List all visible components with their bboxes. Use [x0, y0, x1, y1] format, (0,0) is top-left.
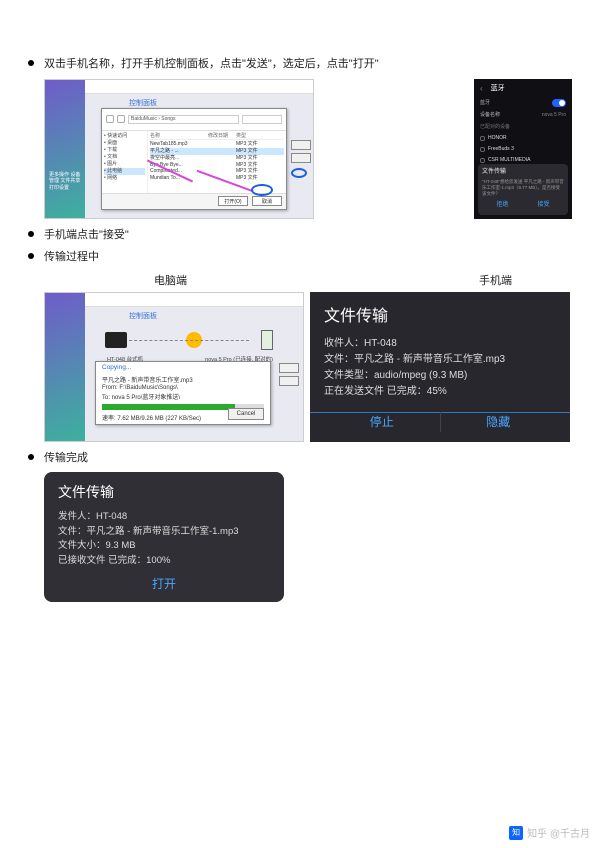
send-button[interactable]: [291, 140, 311, 150]
step3-text: 传输过程中: [44, 249, 99, 266]
type-line: 文件类型：audio/mpeg (9.3 MB): [324, 368, 556, 384]
status-line: 正在发送文件 已完成：45%: [324, 384, 556, 400]
size-line: 文件大小：9.3 MB: [58, 539, 270, 554]
panel-title: 控制面板: [129, 311, 157, 321]
phone-side-label: 手机端: [479, 272, 512, 288]
bullet-icon: [28, 60, 34, 66]
tree-item[interactable]: • 文档: [104, 154, 145, 161]
file-row[interactable]: 夜空中最亮...MP3 文件: [150, 155, 284, 162]
file-row[interactable]: Bye Bye Bye...MP3 文件: [150, 162, 284, 169]
step2-row: 手机端点击"接受": [28, 227, 572, 244]
cancel-button[interactable]: Cancel: [228, 408, 264, 420]
step2-text: 手机端点击"接受": [44, 227, 129, 244]
phone-bluetooth-screenshot: ‹ 蓝牙 蓝牙 设备名称 nova 5 Pro 已配对的设备 HONOR FreeBu…: [474, 79, 572, 219]
nav-back-icon[interactable]: [106, 115, 114, 123]
popup-title: 文件传输: [482, 168, 564, 178]
zhihu-watermark: 知 知乎 @千古月: [509, 825, 590, 840]
file-row[interactable]: 平凡之路 - ...MP3 文件: [150, 148, 284, 155]
open-button[interactable]: 打开(O): [218, 196, 248, 206]
transfer-title: 文件传输: [58, 482, 270, 502]
step4-row: 传输完成: [28, 450, 572, 467]
bt-device-item[interactable]: HONOR: [480, 134, 566, 142]
zhihu-logo-icon: 知: [509, 826, 523, 840]
close-button[interactable]: [279, 376, 299, 386]
nav-fwd-icon[interactable]: [117, 115, 125, 123]
status-line: 已接收文件 已完成：100%: [58, 554, 270, 569]
accept-button[interactable]: 接受: [537, 201, 549, 211]
step1-row: 双击手机名称，打开手机控制面板，点击"发送"，选定后，点击"打开": [28, 56, 572, 73]
bt-title: 蓝牙: [491, 83, 505, 94]
cancel-button[interactable]: 取消: [252, 196, 282, 206]
pc-transfer-screenshot: 控制面板 HT-048 台式机 nova 5 Pro (已连接, 配对的) Co…: [44, 292, 304, 442]
open-button[interactable]: 打开: [58, 569, 270, 592]
copy-to: To: nova 5 Pro\蓝牙对象推送\: [102, 392, 264, 401]
copying-title: Copying...: [102, 364, 264, 371]
copy-from: From: F:\BaiduMusic\Songs\: [102, 385, 264, 391]
tree-item[interactable]: • 图片: [104, 161, 145, 168]
back-icon[interactable]: ‹: [480, 83, 483, 96]
tree-item[interactable]: • 快速访问: [104, 133, 145, 140]
paired-label: 已配对的设备: [480, 123, 566, 131]
devname-label: 设备名称: [480, 111, 500, 119]
copying-dialog: Copying... 平凡之路 - 新声带音乐工作室.mp3 From: F:\…: [95, 361, 271, 425]
copy-file: 平凡之路 - 新声带音乐工作室.mp3: [102, 375, 264, 384]
tree-item[interactable]: • 网络: [104, 175, 145, 182]
file-line: 文件：平凡之路 - 新声带音乐工作室-1.mp3: [58, 525, 270, 540]
step1-images: 更多操作 设备管理 文件共享 打印设置 控制面板 BaiduMusic › So…: [44, 79, 572, 219]
file-line: 文件：平凡之路 - 新声带音乐工作室.mp3: [324, 352, 556, 368]
send-button[interactable]: [279, 363, 299, 373]
stop-button[interactable]: 停止: [324, 412, 440, 431]
file-row[interactable]: NewTab185.mp3MP3 文件: [150, 141, 284, 148]
sender-line: 发件人：HT-048: [58, 510, 270, 525]
watermark-text: 知乎 @千古月: [527, 825, 590, 840]
bt-device-item[interactable]: FreeBuds 3: [480, 145, 566, 153]
hide-button[interactable]: 隐藏: [441, 412, 557, 431]
bullet-icon: [28, 231, 34, 237]
step4-text: 传输完成: [44, 450, 88, 467]
close-button[interactable]: [291, 153, 311, 163]
side-labels: 电脑端 手机端: [44, 272, 572, 288]
transfer-title: 文件传输: [324, 302, 556, 326]
pc-side-label: 电脑端: [154, 272, 187, 288]
step3-images: 控制面板 HT-048 台式机 nova 5 Pro (已连接, 配对的) Co…: [44, 292, 572, 442]
annotation-circle-icon: [251, 184, 273, 196]
pc-icon: [105, 332, 127, 348]
bullet-icon: [28, 454, 34, 460]
popup-message: "HT-048"想给您发送 平凡之路 - 新声带音乐工作室-1.mp3（9.77…: [482, 179, 564, 197]
phone-transfer-complete-screenshot: 文件传输 发件人：HT-048 文件：平凡之路 - 新声带音乐工作室-1.mp3…: [44, 472, 284, 602]
reject-button[interactable]: 拒绝: [496, 201, 508, 211]
bullet-icon: [28, 253, 34, 259]
sidebar-extra-text: 更多操作 设备管理 文件共享 打印设置: [45, 168, 85, 218]
search-input[interactable]: [242, 115, 282, 124]
step3-row: 传输过程中: [28, 249, 572, 266]
annotation-circle-icon: [291, 168, 307, 178]
bluetooth-toggle[interactable]: [552, 99, 566, 107]
folder-tree[interactable]: • 快速访问• 桌面• 下载• 文档• 图片• 此电脑• 网络: [102, 131, 148, 197]
phone-icon: [261, 330, 273, 350]
devname-value: nova 5 Pro: [542, 111, 566, 119]
incoming-file-popup: 文件传输 "HT-048"想给您发送 平凡之路 - 新声带音乐工作室-1.mp3…: [478, 164, 568, 215]
recipient-line: 收件人：HT-048: [324, 336, 556, 352]
step1-text: 双击手机名称，打开手机控制面板，点击"发送"，选定后，点击"打开": [44, 56, 379, 73]
pc-file-dialog-screenshot: 更多操作 设备管理 文件共享 打印设置 控制面板 BaiduMusic › So…: [44, 79, 314, 219]
bt-toggle-label: 蓝牙: [480, 99, 490, 107]
tree-item[interactable]: • 下载: [104, 147, 145, 154]
tree-item[interactable]: • 桌面: [104, 140, 145, 147]
panel-title: 控制面板: [129, 98, 157, 108]
phone-transfer-progress-screenshot: 文件传输 收件人：HT-048 文件：平凡之路 - 新声带音乐工作室.mp3 文…: [310, 292, 570, 442]
address-bar[interactable]: BaiduMusic › Songs: [128, 115, 239, 124]
tree-item[interactable]: • 此电脑: [104, 168, 145, 175]
